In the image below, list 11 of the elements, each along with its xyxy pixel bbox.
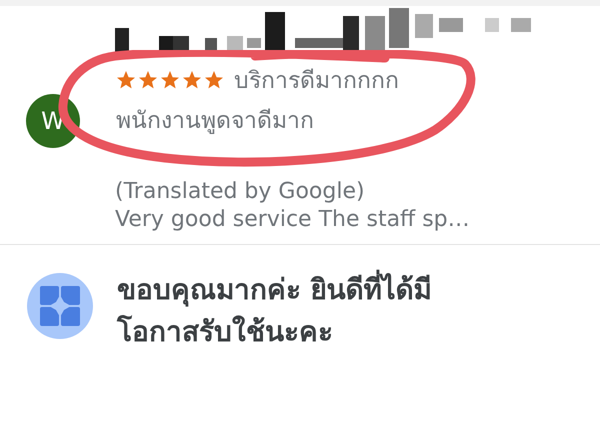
star-icon bbox=[160, 70, 180, 90]
translated-text: Very good service The staff sp… bbox=[115, 206, 471, 234]
star-icon bbox=[138, 70, 158, 90]
review-text: บริการดีมากกกก bbox=[234, 67, 399, 96]
review-text: พนักงานพูดจาดีมาก bbox=[116, 107, 315, 136]
owner-reply-text: ขอบคุณมากค่ะ ยินดีที่ได้มี โอกาสรับใช้นะคะ bbox=[117, 269, 517, 353]
translation-note: (Translated by Google) bbox=[115, 178, 366, 206]
star-icon bbox=[204, 70, 224, 90]
star-icon bbox=[116, 70, 136, 90]
star-icon bbox=[182, 70, 202, 90]
store-icon bbox=[27, 273, 93, 339]
